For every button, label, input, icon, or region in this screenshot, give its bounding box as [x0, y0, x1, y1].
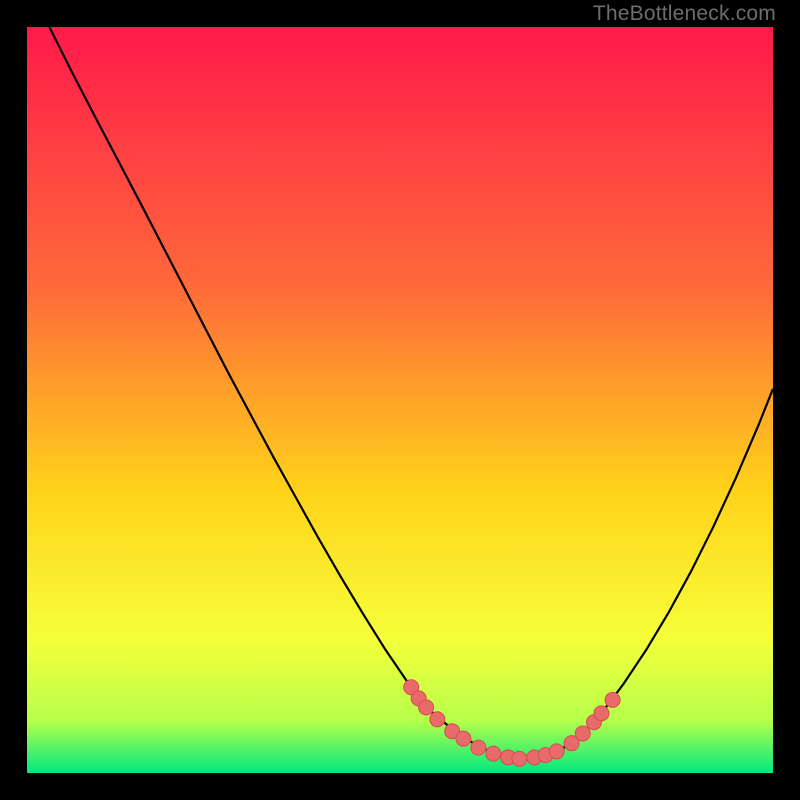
gradient-background [27, 27, 773, 773]
curve-marker [605, 692, 620, 707]
curve-marker [512, 751, 527, 766]
curve-marker [456, 731, 471, 746]
curve-marker [575, 726, 590, 741]
attribution-text: TheBottleneck.com [593, 2, 776, 26]
curve-marker [471, 740, 486, 755]
curve-marker [486, 746, 501, 761]
bottleneck-chart [27, 27, 773, 773]
plot-area [27, 27, 773, 773]
chart-frame: TheBottleneck.com [0, 0, 800, 800]
curve-marker [430, 712, 445, 727]
curve-marker [594, 706, 609, 721]
curve-marker [419, 700, 434, 715]
curve-marker [549, 744, 564, 759]
